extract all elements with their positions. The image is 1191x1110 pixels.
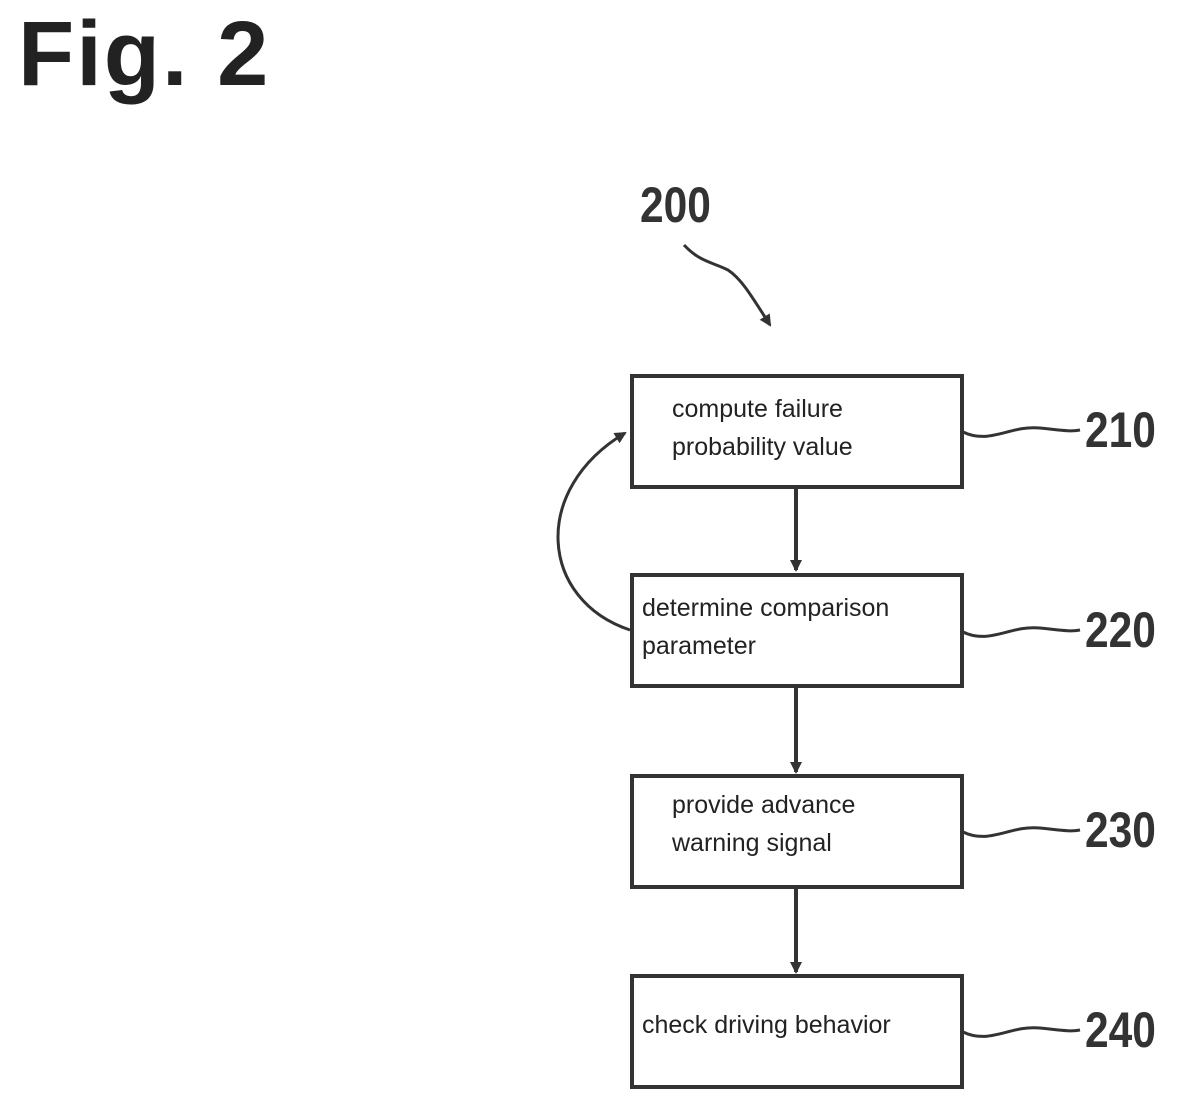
leader-line-240 bbox=[962, 1026, 1081, 1038]
connector-layer bbox=[556, 243, 1081, 1038]
step-box-210: compute failure probability value bbox=[630, 374, 964, 489]
leader-line-210 bbox=[962, 426, 1081, 438]
leader-line-230 bbox=[962, 826, 1081, 838]
leader-line-220 bbox=[962, 626, 1081, 638]
step-210-line-1: compute failure bbox=[672, 395, 843, 423]
step-reference-210: 210 bbox=[1085, 402, 1156, 458]
method-pointer-arrow bbox=[682, 243, 772, 327]
step-210-line-2: probability value bbox=[672, 433, 853, 461]
step-reference-240: 240 bbox=[1085, 1002, 1156, 1058]
step-220-line-1: determine comparison bbox=[642, 594, 890, 622]
step-reference-230: 230 bbox=[1085, 802, 1156, 858]
loop-back-arrow-220-to-210 bbox=[556, 431, 631, 632]
step-reference-220: 220 bbox=[1085, 602, 1156, 658]
step-box-230: provide advance warning signal bbox=[630, 774, 964, 889]
step-230-line-2: warning signal bbox=[672, 829, 832, 857]
step-box-240: check driving behavior bbox=[630, 974, 964, 1089]
step-240-line-1: check driving behavior bbox=[642, 1011, 891, 1039]
step-box-220: determine comparison parameter bbox=[630, 573, 964, 688]
step-220-line-2: parameter bbox=[642, 632, 756, 660]
step-230-line-1: provide advance bbox=[672, 791, 856, 819]
